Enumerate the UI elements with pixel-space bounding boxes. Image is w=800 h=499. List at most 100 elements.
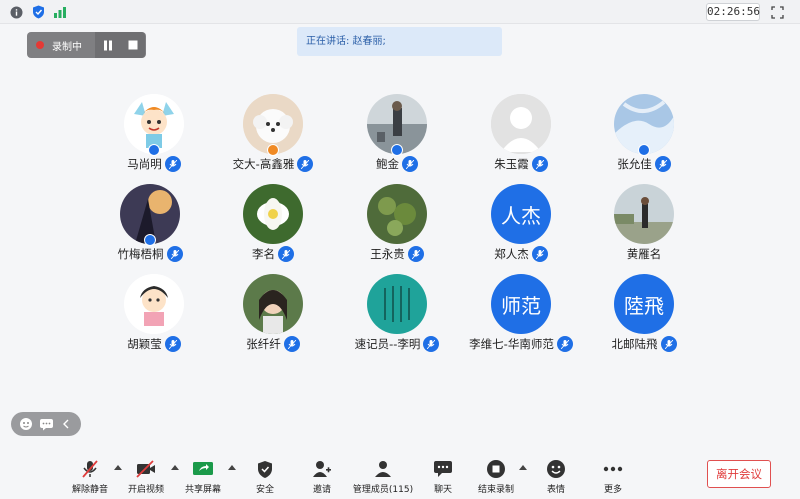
- participant-name: 李维七-华南师范: [469, 337, 554, 351]
- participant-tile[interactable]: 王永贵: [327, 184, 467, 266]
- participant-name: 胡颖莹: [127, 337, 162, 351]
- avatar: [124, 274, 184, 334]
- floating-reaction-bar: [11, 412, 81, 436]
- avatar: [243, 184, 303, 244]
- mic-icon[interactable]: [283, 336, 300, 352]
- chat-icon: [431, 458, 455, 480]
- participant-name: 黄雁名: [626, 247, 662, 261]
- participant-name: 李名: [252, 247, 275, 261]
- more-button[interactable]: 更多: [600, 458, 626, 495]
- participant-name-row: 朱玉霞: [451, 155, 591, 173]
- participant-tile[interactable]: 师范 李维七-华南师范: [451, 274, 591, 356]
- participant-tile[interactable]: 陸飛 北邮陆飛: [574, 274, 714, 356]
- share-screen-button[interactable]: 共享屏幕: [185, 458, 221, 495]
- reaction-label: 表情: [546, 485, 565, 495]
- shield-icon: [253, 458, 277, 480]
- emoji-icon[interactable]: [17, 415, 35, 433]
- mic-icon[interactable]: [166, 246, 183, 262]
- participant-name: 速记员--李明: [354, 337, 421, 351]
- avatar: [491, 94, 551, 154]
- chevron-up-icon[interactable]: [519, 464, 527, 470]
- share-screen-label: 共享屏幕: [185, 485, 222, 495]
- chevron-up-icon[interactable]: [171, 464, 179, 470]
- participant-tile[interactable]: 鲍金: [327, 94, 467, 176]
- unmute-button[interactable]: 解除静音: [72, 458, 108, 495]
- participant-name-row: 张允佳: [574, 155, 714, 173]
- mic-icon[interactable]: [423, 336, 440, 352]
- avatar: [367, 184, 427, 244]
- participant-name-row: 李维七-华南师范: [451, 335, 591, 353]
- leave-meeting-button[interactable]: 离开会议: [707, 460, 771, 488]
- collapse-chevron-icon[interactable]: [57, 415, 75, 433]
- participant-tile[interactable]: 朱玉霞: [451, 94, 591, 176]
- avatar: 师范: [491, 274, 551, 334]
- participant-name: 交大-高鑫雅: [232, 157, 295, 171]
- mic-icon[interactable]: [164, 156, 181, 172]
- participant-tile[interactable]: 人杰 郑人杰: [451, 184, 591, 266]
- mic-icon[interactable]: [278, 246, 294, 262]
- more-label: 更多: [603, 485, 622, 495]
- chevron-up-icon[interactable]: [228, 464, 236, 470]
- mic-muted-icon: [78, 458, 102, 480]
- chat-bubble-icon[interactable]: [37, 415, 55, 433]
- mic-icon[interactable]: [407, 246, 424, 262]
- participant-name: 马尚明: [127, 157, 162, 171]
- reaction-button[interactable]: 表情: [543, 458, 569, 495]
- participant-name-row: 李名: [203, 245, 343, 263]
- participant-tile[interactable]: 张允佳: [574, 94, 714, 176]
- share-screen-icon: [191, 458, 215, 480]
- participant-tile[interactable]: 竹梅梧桐: [80, 184, 220, 266]
- participant-name: 王永贵: [370, 247, 405, 261]
- chat-button[interactable]: 聊天: [430, 458, 456, 495]
- avatar-text: 人杰: [491, 184, 551, 244]
- invite-button[interactable]: 邀请: [308, 458, 336, 495]
- avatar-text: 师范: [491, 274, 551, 334]
- mic-icon[interactable]: [164, 336, 181, 352]
- mic-icon[interactable]: [531, 156, 548, 172]
- chevron-up-icon[interactable]: [114, 464, 122, 470]
- participant-name-row: 北邮陆飛: [574, 335, 714, 353]
- participant-name-row: 王永贵: [327, 245, 467, 263]
- manage-members-button[interactable]: 管理成员(115): [352, 458, 414, 495]
- stop-recording-toolbar-button[interactable]: 结束录制: [476, 458, 516, 495]
- participant-name-row: 黄雁名: [574, 245, 714, 263]
- stop-recording-label: 结束录制: [477, 485, 514, 495]
- mic-icon[interactable]: [654, 156, 671, 172]
- avatar: [367, 274, 427, 334]
- participant-name: 朱玉霞: [494, 157, 529, 171]
- chat-label: 聊天: [433, 485, 452, 495]
- avatar-text: 陸飛: [614, 274, 674, 334]
- mic-icon[interactable]: [556, 336, 573, 352]
- add-user-icon: [310, 458, 334, 480]
- participant-name-row: 郑人杰: [451, 245, 591, 263]
- participant-name-row: 速记员--李明: [327, 335, 467, 353]
- start-video-button[interactable]: 开启视频: [128, 458, 164, 495]
- participant-tile[interactable]: 张纤纤: [203, 274, 343, 356]
- mic-icon[interactable]: [531, 246, 548, 262]
- members-icon: [371, 458, 395, 480]
- manage-members-label: 管理成员(115): [352, 485, 414, 495]
- participant-tile[interactable]: 速记员--李明: [327, 274, 467, 356]
- mic-icon[interactable]: [660, 336, 677, 352]
- security-label: 安全: [255, 485, 274, 495]
- participant-tile[interactable]: 交大-高鑫雅: [203, 94, 343, 176]
- video-off-icon: [134, 458, 158, 480]
- participant-tile[interactable]: 黄雁名: [574, 184, 714, 266]
- participant-name: 张允佳: [617, 157, 652, 171]
- mic-icon[interactable]: [402, 156, 418, 172]
- participant-name: 北邮陆飛: [611, 337, 658, 351]
- participant-name-row: 张纤纤: [203, 335, 343, 353]
- mic-icon[interactable]: [297, 156, 314, 172]
- stop-record-icon: [484, 458, 508, 480]
- meeting-toolbar: 解除静音 开启视频 共享屏幕 安全 邀请 管理成员(115) 聊天 结束录制 表…: [0, 452, 800, 499]
- security-button[interactable]: 安全: [250, 458, 280, 495]
- participant-name-row: 交大-高鑫雅: [203, 155, 343, 173]
- participant-name-row: 鲍金: [327, 155, 467, 173]
- more-dots-icon: [601, 458, 625, 480]
- unmute-label: 解除静音: [72, 485, 109, 495]
- participant-name: 竹梅梧桐: [117, 247, 164, 261]
- avatar: 人杰: [491, 184, 551, 244]
- participant-tile[interactable]: 李名: [203, 184, 343, 266]
- start-video-label: 开启视频: [128, 485, 165, 495]
- emoji-icon: [544, 458, 568, 480]
